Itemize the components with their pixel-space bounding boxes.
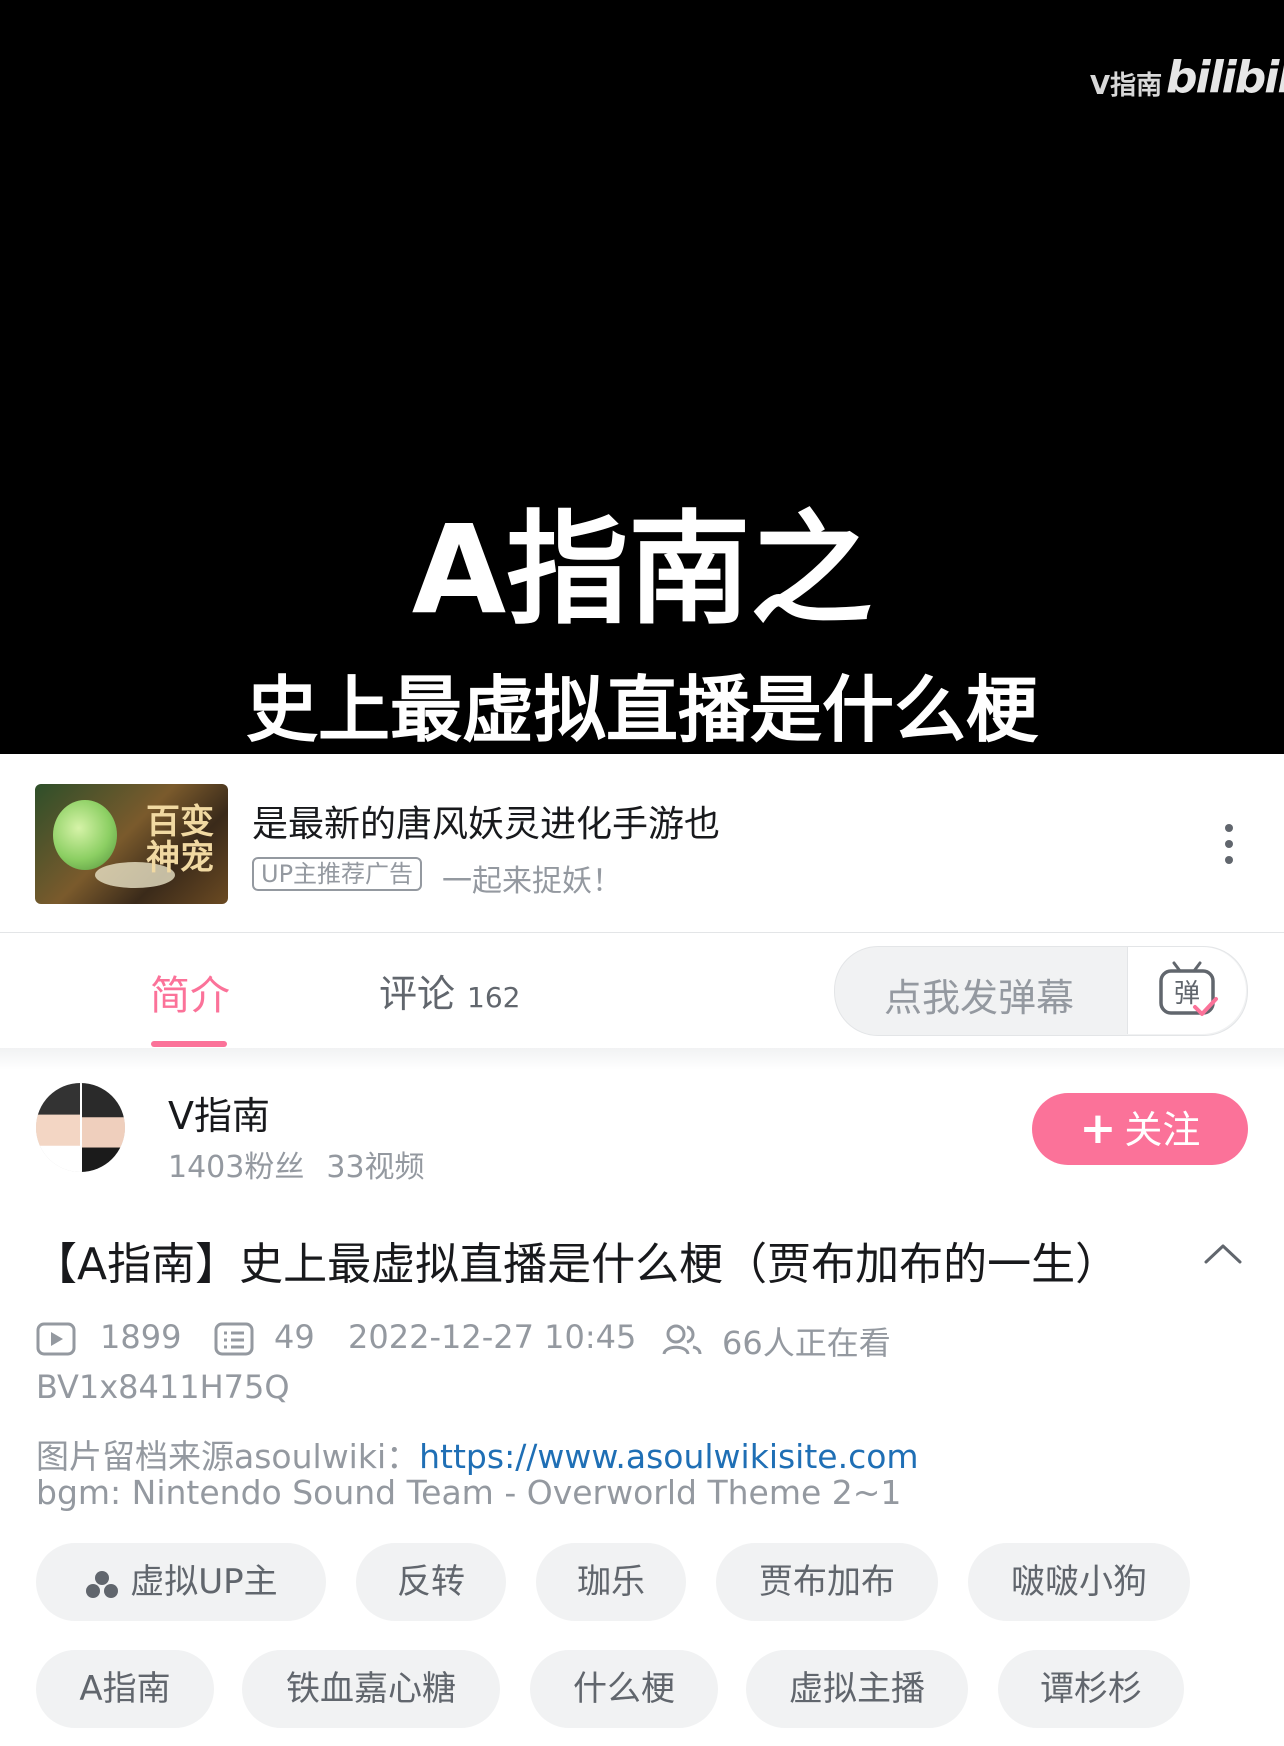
danmaku-toggle-icon: 弹 (1159, 961, 1218, 1016)
tag-item[interactable]: A指南 (36, 1650, 214, 1728)
tag-item[interactable]: 啵啵小狗 (968, 1543, 1190, 1621)
virtual-up-icon (86, 1570, 119, 1598)
tag-item[interactable]: 反转 (356, 1543, 506, 1621)
ad-character-image (53, 800, 117, 870)
uploader-stats: 1403粉丝 33视频 (168, 1142, 425, 1186)
comments-count: 162 (467, 981, 521, 1014)
play-count-icon (36, 1322, 76, 1356)
tag-item[interactable]: 什么梗 (530, 1650, 718, 1728)
danmaku-count: 49 (274, 1318, 315, 1356)
video-title: 【A指南】史上最虚拟直播是什么梗（贾布加布的一生） (33, 1239, 1120, 1290)
avatar[interactable] (36, 1083, 125, 1172)
tag-item[interactable]: 珈乐 (536, 1543, 686, 1621)
video-cover-subtitle: 史上最虚拟直播是什么梗 (245, 668, 1038, 752)
ad-thumb-text: 百变神宠 (146, 802, 214, 878)
tag-item[interactable]: 虚拟UP主 (36, 1543, 326, 1621)
uploader-name[interactable]: V指南 (168, 1085, 270, 1140)
bvid: BV1x8411H75Q (36, 1368, 290, 1406)
plus-icon: + (1079, 1103, 1117, 1154)
play-count: 1899 (100, 1318, 182, 1356)
danmaku-toggle-glyph: 弹 (1174, 979, 1200, 1009)
chevron-up-icon[interactable] (1203, 1238, 1243, 1268)
danmaku-count-icon (214, 1322, 254, 1356)
ad-slogan: 一起来捉妖！ (442, 864, 622, 899)
follow-label: 关注 (1124, 1108, 1201, 1152)
ad-thumbnail[interactable]: 百变神宠 (35, 784, 228, 904)
description-link[interactable]: https://www.asoulwikisite.com (419, 1437, 918, 1476)
bilibili-logo: bilibili (1166, 52, 1284, 103)
watching-count: 66人正在看 (722, 1324, 891, 1362)
divider (0, 932, 1284, 933)
tab-comments[interactable]: 评论 162 (379, 963, 520, 1018)
tag-item[interactable]: 贾布加布 (716, 1543, 938, 1621)
tag-label: 虚拟UP主 (130, 1562, 278, 1602)
danmaku-toggle-button[interactable]: 弹 (1128, 947, 1246, 1034)
tag-item[interactable]: 谭杉杉 (998, 1650, 1184, 1728)
description-line-1: 图片留档来源asoulwiki：https://www.asoulwikisit… (36, 1430, 919, 1478)
watermark-channel: V指南 (1090, 71, 1163, 101)
ad-title[interactable]: 是最新的唐风妖灵进化手游也 (252, 795, 720, 847)
uploader-videos: 33视频 (326, 1150, 425, 1185)
danmaku-placeholder: 点我发弹幕 (884, 976, 1075, 1020)
uploader-fans: 1403粉丝 (168, 1150, 305, 1185)
section-shade (0, 1048, 1284, 1070)
more-vertical-icon[interactable] (1218, 822, 1242, 866)
tag-item[interactable]: 虚拟主播 (746, 1650, 968, 1728)
video-cover-title: A指南之 (411, 499, 873, 641)
publish-time: 2022-12-27 10:45 (348, 1318, 637, 1356)
description-line-2: bgm: Nintendo Sound Team - Overworld The… (36, 1473, 902, 1512)
tag-item[interactable]: 铁血嘉心糖 (242, 1650, 500, 1728)
active-tab-indicator (151, 1041, 227, 1047)
tab-comments-label: 评论 (379, 972, 456, 1016)
tab-intro[interactable]: 简介 (150, 963, 230, 1021)
follow-button[interactable]: + 关注 (1032, 1093, 1248, 1165)
description-source: 图片留档来源asoulwiki： (36, 1437, 420, 1476)
ad-badge: UP主推荐广告 (252, 857, 423, 891)
viewers-icon (662, 1324, 702, 1355)
video-stats: 1899 49 2022-12-27 10:45 66人正在看 (36, 1318, 936, 1362)
